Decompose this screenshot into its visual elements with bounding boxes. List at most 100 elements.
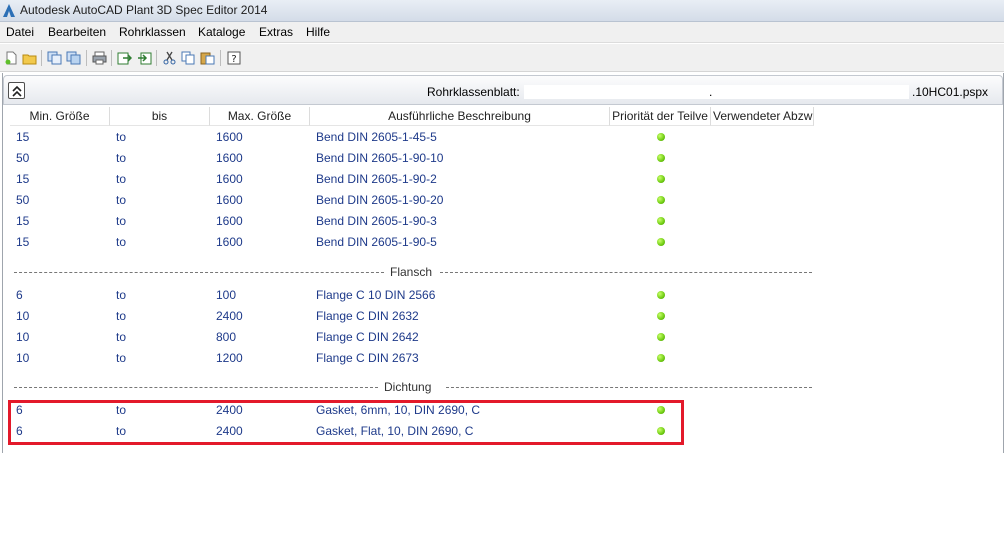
table-row[interactable]: 15 to 1600 Bend DIN 2605-1-45-5: [10, 127, 810, 148]
description-cell: Bend DIN 2605-1-90-5: [316, 235, 437, 249]
column-bis[interactable]: bis: [110, 107, 210, 126]
column-max-size[interactable]: Max. Größe: [210, 107, 310, 126]
min-size-cell: 15: [16, 130, 30, 144]
min-size-cell: 6: [16, 288, 23, 302]
toolbar-separator: [86, 50, 87, 66]
bis-cell: to: [116, 130, 127, 144]
menu-bar: Datei Bearbeiten Rohrklassen Kataloge Ex…: [0, 22, 1004, 43]
bis-cell: to: [116, 288, 127, 302]
bis-cell: to: [116, 235, 127, 249]
export-icon[interactable]: [117, 51, 132, 65]
description-cell: Flange C DIN 2642: [316, 330, 419, 344]
min-size-cell: 15: [16, 235, 30, 249]
max-size-cell: 1600: [216, 235, 243, 249]
column-min-size[interactable]: Min. Größe: [10, 107, 110, 126]
column-priority[interactable]: Priorität der Teilve: [610, 107, 711, 126]
separator-line: [14, 387, 378, 388]
collapse-button[interactable]: [8, 82, 25, 99]
bis-cell: to: [116, 309, 127, 323]
copy-sheet-icon[interactable]: [47, 51, 62, 65]
table-row[interactable]: 15 to 1600 Bend DIN 2605-1-90-5: [10, 232, 810, 253]
toolbar-separator: [41, 50, 42, 66]
description-cell: Flange C DIN 2673: [316, 351, 419, 365]
min-size-cell: 15: [16, 172, 30, 186]
table-row[interactable]: 10 to 800 Flange C DIN 2642: [10, 327, 810, 348]
max-size-cell: 1600: [216, 130, 243, 144]
copy-icon[interactable]: [181, 51, 196, 65]
priority-dot-icon: [657, 333, 665, 341]
priority-dot-icon: [657, 291, 665, 299]
table-row[interactable]: 6 to 100 Flange C 10 DIN 2566: [10, 285, 810, 306]
bis-cell: to: [116, 193, 127, 207]
min-size-cell: 10: [16, 309, 30, 323]
title-bar: Autodesk AutoCAD Plant 3D Spec Editor 20…: [0, 0, 1004, 22]
paste-icon[interactable]: [200, 51, 215, 65]
description-cell: Bend DIN 2605-1-45-5: [316, 130, 437, 144]
bis-cell: to: [116, 172, 127, 186]
group-separator-flansch: Flansch: [14, 265, 812, 279]
spec-sheet-label: Rohrklassenblatt:: [427, 85, 520, 99]
table-row[interactable]: 10 to 1200 Flange C DIN 2673: [10, 348, 810, 369]
menu-kataloge[interactable]: Kataloge: [198, 25, 245, 39]
min-size-cell: 10: [16, 330, 30, 344]
group-label: Flansch: [386, 265, 437, 279]
menu-hilfe[interactable]: Hilfe: [306, 25, 330, 39]
min-size-cell: 50: [16, 193, 30, 207]
table-row[interactable]: 15 to 1600 Bend DIN 2605-1-90-2: [10, 169, 810, 190]
import-icon[interactable]: [137, 51, 152, 65]
svg-text:?: ?: [231, 54, 236, 65]
menu-extras[interactable]: Extras: [259, 25, 293, 39]
max-size-cell: 2400: [216, 309, 243, 323]
autocad-app-icon: [3, 4, 15, 17]
toolbar-separator: [111, 50, 112, 66]
max-size-cell: 1600: [216, 214, 243, 228]
bis-cell: to: [116, 214, 127, 228]
description-cell: Bend DIN 2605-1-90-20: [316, 193, 444, 207]
highlight-box: [8, 400, 684, 445]
toolbar: ?: [0, 44, 1004, 72]
min-size-cell: 50: [16, 151, 30, 165]
description-cell: Bend DIN 2605-1-90-2: [316, 172, 437, 186]
spec-sheet-filename: .10HC01.pspx: [912, 85, 989, 99]
column-description[interactable]: Ausführliche Beschreibung: [310, 107, 610, 126]
bis-cell: to: [116, 351, 127, 365]
paste-sheet-icon[interactable]: [66, 51, 81, 65]
min-size-cell: 15: [16, 214, 30, 228]
priority-dot-icon: [657, 354, 665, 362]
priority-dot-icon: [657, 217, 665, 225]
print-icon[interactable]: [92, 51, 107, 65]
table-row[interactable]: 50 to 1600 Bend DIN 2605-1-90-10: [10, 148, 810, 169]
menu-bearbeiten[interactable]: Bearbeiten: [48, 25, 106, 39]
max-size-cell: 1600: [216, 172, 243, 186]
separator-line: [446, 387, 812, 388]
spec-sheet-path-field: [524, 85, 909, 99]
menu-rohrklassen[interactable]: Rohrklassen: [119, 25, 186, 39]
min-size-cell: 10: [16, 351, 30, 365]
help-icon[interactable]: ?: [227, 51, 242, 65]
bis-cell: to: [116, 330, 127, 344]
menu-datei[interactable]: Datei: [6, 25, 34, 39]
max-size-cell: 800: [216, 330, 237, 344]
group-separator-dichtung: Dichtung: [14, 380, 812, 394]
max-size-cell: 1600: [216, 151, 243, 165]
table-row[interactable]: 15 to 1600 Bend DIN 2605-1-90-3: [10, 211, 810, 232]
description-cell: Flange C DIN 2632: [316, 309, 419, 323]
cut-icon[interactable]: [162, 51, 177, 65]
window-title: Autodesk AutoCAD Plant 3D Spec Editor 20…: [20, 3, 268, 17]
group-label: Dichtung: [380, 380, 436, 394]
toolbar-separator: [156, 50, 157, 66]
new-icon[interactable]: [4, 51, 19, 65]
open-icon[interactable]: [22, 51, 37, 65]
priority-dot-icon: [657, 133, 665, 141]
spec-sheet-path-dot: .: [709, 85, 713, 99]
max-size-cell: 1200: [216, 351, 243, 365]
separator-line: [440, 272, 812, 273]
max-size-cell: 100: [216, 288, 237, 302]
description-cell: Bend DIN 2605-1-90-3: [316, 214, 437, 228]
column-branch[interactable]: Verwendeter Abzw: [711, 107, 814, 126]
table-row[interactable]: 50 to 1600 Bend DIN 2605-1-90-20: [10, 190, 810, 211]
description-cell: Bend DIN 2605-1-90-10: [316, 151, 444, 165]
table-row[interactable]: 10 to 2400 Flange C DIN 2632: [10, 306, 810, 327]
priority-dot-icon: [657, 175, 665, 183]
description-cell: Flange C 10 DIN 2566: [316, 288, 436, 302]
